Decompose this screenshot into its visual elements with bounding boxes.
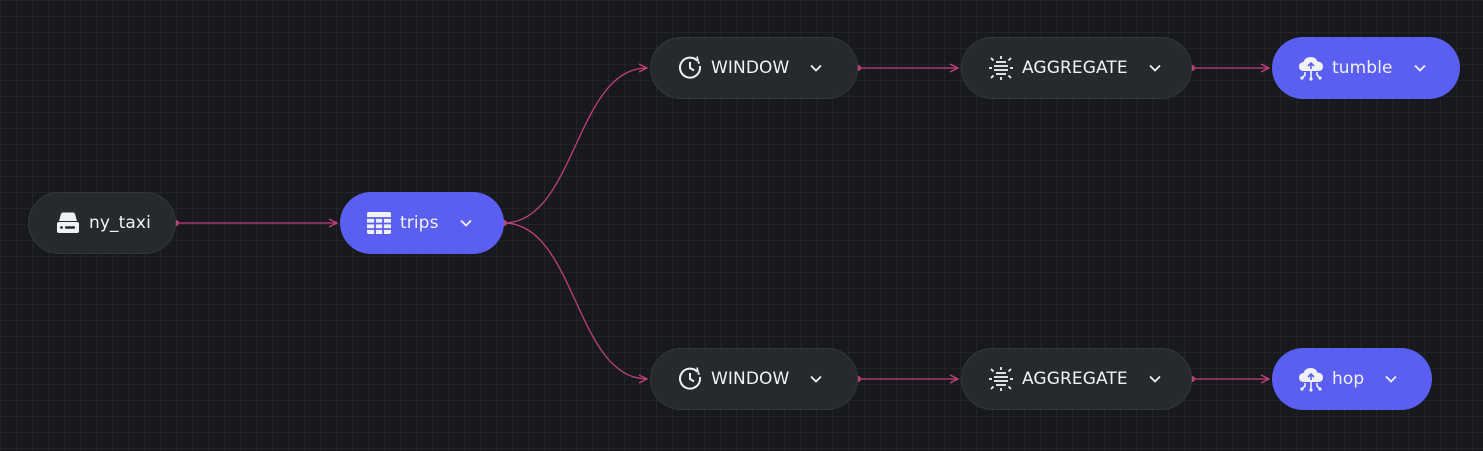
aggregate-icon — [988, 55, 1014, 81]
cloud-upload-icon — [1298, 366, 1324, 392]
aggregate-icon — [988, 366, 1014, 392]
node-trips[interactable]: trips — [340, 192, 504, 254]
node-label: AGGREGATE — [1022, 58, 1128, 78]
node-label: WINDOW — [711, 369, 790, 389]
node-ny-taxi[interactable]: ny_taxi — [28, 192, 176, 254]
edge-table-to-window_top — [503, 68, 647, 224]
node-label: hop — [1332, 369, 1365, 389]
edge-table-to-window_bottom — [503, 222, 647, 379]
chevron-down-icon[interactable] — [1384, 372, 1398, 386]
node-label: AGGREGATE — [1022, 369, 1128, 389]
clock-window-icon — [677, 366, 703, 392]
chevron-down-icon[interactable] — [1148, 61, 1162, 75]
clock-window-icon — [677, 55, 703, 81]
node-label: tumble — [1332, 58, 1393, 78]
storage-drive-icon — [55, 210, 81, 236]
chevron-down-icon[interactable] — [459, 216, 473, 230]
node-label: WINDOW — [711, 58, 790, 78]
chevron-down-icon[interactable] — [809, 372, 823, 386]
node-window-top[interactable]: WINDOW — [650, 37, 858, 99]
node-tumble[interactable]: tumble — [1272, 37, 1460, 99]
cloud-upload-icon — [1298, 55, 1324, 81]
node-label: trips — [400, 213, 439, 233]
table-icon — [366, 210, 392, 236]
chevron-down-icon[interactable] — [1413, 61, 1427, 75]
node-window-bottom[interactable]: WINDOW — [650, 348, 858, 410]
node-aggregate-bottom[interactable]: AGGREGATE — [961, 348, 1192, 410]
node-hop[interactable]: hop — [1272, 348, 1432, 410]
node-aggregate-top[interactable]: AGGREGATE — [961, 37, 1192, 99]
node-label: ny_taxi — [89, 213, 151, 233]
chevron-down-icon[interactable] — [1148, 372, 1162, 386]
chevron-down-icon[interactable] — [809, 61, 823, 75]
